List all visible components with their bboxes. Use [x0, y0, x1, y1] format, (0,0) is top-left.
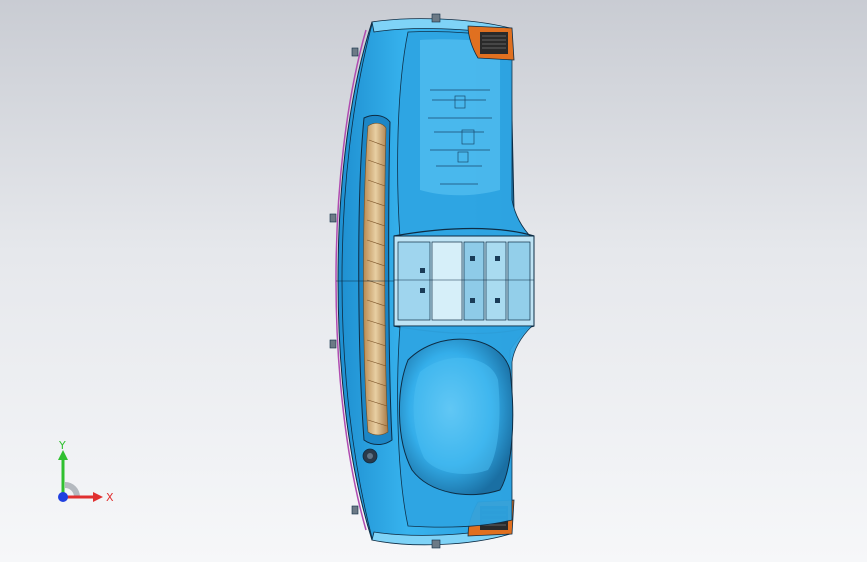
cad-viewport[interactable]: Y X [0, 0, 867, 562]
defroster-vent[interactable] [358, 114, 393, 445]
upper-panel-highlight [420, 39, 500, 196]
round-knob-center [367, 453, 373, 459]
z-axis-dot [58, 492, 68, 502]
x-axis-arrow-head [93, 492, 103, 502]
y-axis-label: Y [58, 440, 66, 452]
center-console-bay[interactable] [393, 235, 535, 327]
instrument-cluster-hood[interactable] [398, 338, 514, 496]
dashboard-model[interactable] [0, 0, 867, 562]
coordinate-triad: Y X [58, 440, 114, 504]
x-axis-label: X [106, 491, 114, 504]
